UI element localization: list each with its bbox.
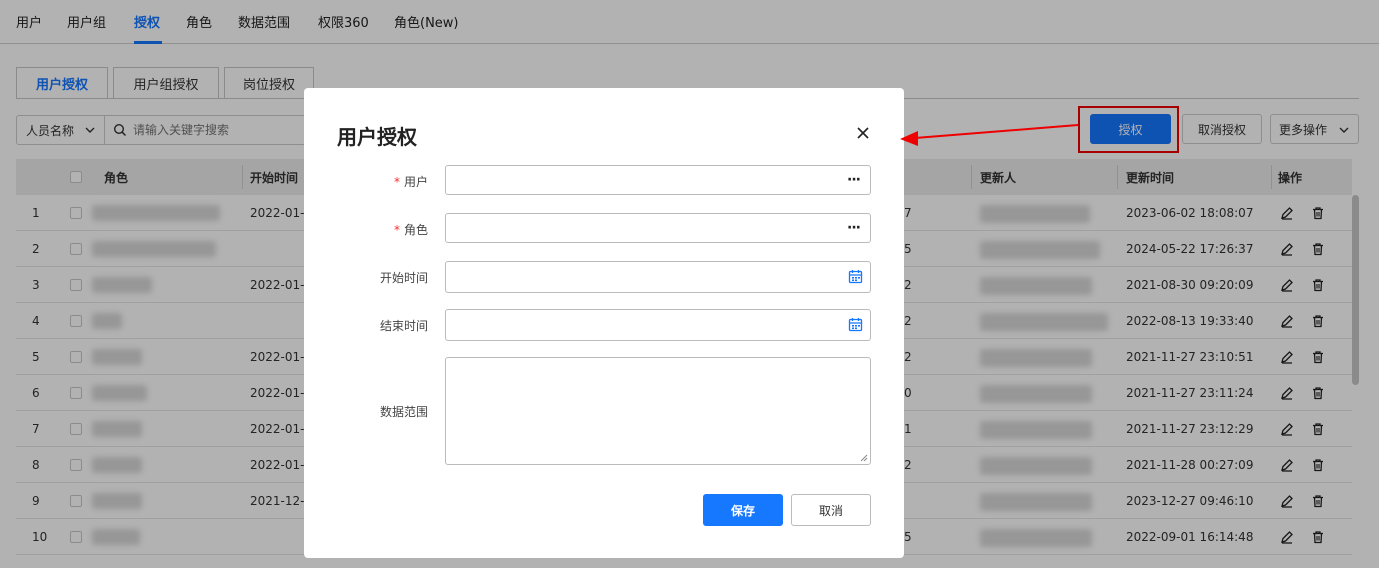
start-time-label: 开始时间 <box>379 271 428 285</box>
resize-grip-icon[interactable] <box>860 454 868 462</box>
dialog-title: 用户授权 <box>337 125 417 149</box>
calendar-icon[interactable] <box>848 317 863 332</box>
end-time-input[interactable] <box>445 309 871 341</box>
start-time-input[interactable] <box>445 261 871 293</box>
data-scope-label: 数据范围 <box>379 405 428 419</box>
cancel-button[interactable]: 取消 <box>791 494 871 526</box>
calendar-icon[interactable] <box>848 269 863 284</box>
user-authorization-dialog: 用户授权 * 用户 ··· * 角色 ··· 开始时间 结束时间 数据范围 保存 取… <box>304 88 904 558</box>
end-time-label: 结束时间 <box>379 319 428 333</box>
data-scope-textarea[interactable] <box>445 357 871 465</box>
required-mark: * <box>393 175 400 189</box>
role-picker-input[interactable]: ··· <box>445 213 871 243</box>
picker-button[interactable]: ··· <box>847 220 861 236</box>
save-button[interactable]: 保存 <box>703 494 783 526</box>
user-field-label: * 用户 <box>393 175 428 189</box>
user-picker-input[interactable]: ··· <box>445 165 871 195</box>
required-mark: * <box>393 223 400 237</box>
picker-button[interactable]: ··· <box>847 172 861 188</box>
role-field-label: * 角色 <box>393 223 428 237</box>
close-icon[interactable] <box>856 126 870 140</box>
